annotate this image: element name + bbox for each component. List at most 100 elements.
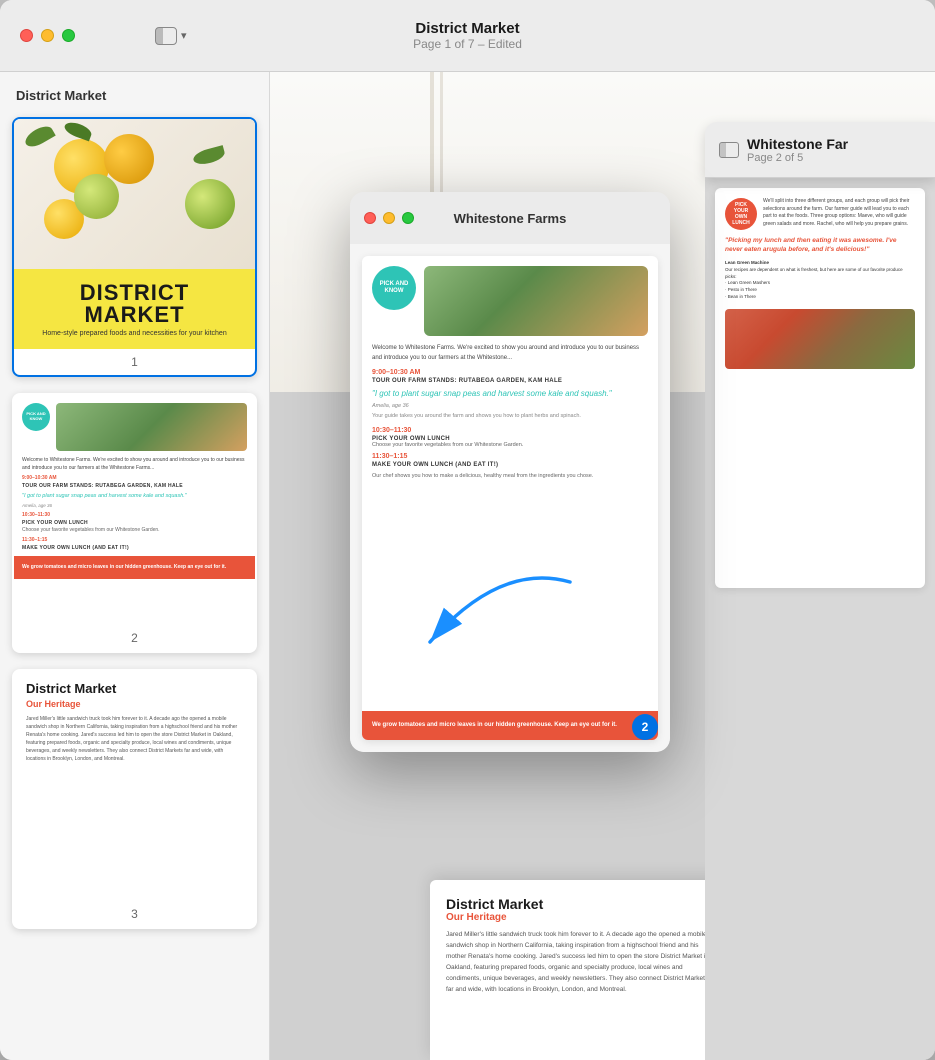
ws-minimize-button[interactable] bbox=[383, 212, 395, 224]
ws-label1: TOUR OUR FARM STANDS: RUTABEGA GARDEN, K… bbox=[372, 378, 648, 384]
ws-body: PICK ANDKNOW Welcome to Whitestone Farms… bbox=[350, 244, 670, 752]
page-badge: 2 bbox=[632, 714, 658, 740]
lean-green-title: Lean Green Machine bbox=[725, 260, 769, 265]
sidebar-toggle-icon bbox=[155, 27, 177, 45]
cover-text-area: DISTRICT MARKET Home-style prepared food… bbox=[14, 269, 255, 349]
p2-quote: "I got to plant sugar snap peas and harv… bbox=[22, 493, 247, 500]
cover-tagline: Home-style prepared foods and necessitie… bbox=[42, 330, 226, 337]
ws-quote: "I got to plant sugar snap peas and harv… bbox=[372, 388, 648, 399]
p2-header: PICK ANDKNOW bbox=[22, 403, 247, 451]
ws-photo bbox=[424, 266, 648, 336]
second-window-sidebar-icon bbox=[719, 142, 739, 158]
window-title: District Market bbox=[413, 20, 522, 37]
fruit-lemon-2 bbox=[104, 134, 154, 184]
ws-controls bbox=[364, 212, 414, 224]
p2-time3: 11:30–1:15 bbox=[22, 537, 247, 544]
cover-title-line1: DISTRICT bbox=[80, 282, 189, 304]
p2-label1: TOUR OUR FARM STANDS: RUTABEGA GARDEN, K… bbox=[22, 483, 247, 490]
ws-p2-header: PICK ANDKNOW bbox=[372, 266, 648, 336]
chevron-down-icon: ▾ bbox=[181, 29, 187, 42]
window-controls bbox=[20, 29, 75, 42]
ws-maximize-button[interactable] bbox=[402, 212, 414, 224]
ws-quote-attr: Amelia, age 36 bbox=[372, 403, 648, 409]
page-thumb-3-label: 3 bbox=[14, 901, 255, 927]
page-thumb-2-content: PICK ANDKNOW Welcome to Whitestone Farms… bbox=[14, 395, 255, 625]
maximize-button[interactable] bbox=[62, 29, 75, 42]
ws-close-button[interactable] bbox=[364, 212, 376, 224]
second-sidebar-bar bbox=[720, 143, 726, 157]
sp-text: We'll split into three different groups,… bbox=[763, 198, 915, 230]
p3-subtitle: Our Heritage bbox=[26, 699, 243, 709]
page-thumb-2-label: 2 bbox=[14, 625, 255, 651]
ws-time3: 11:30–1:15 bbox=[372, 453, 648, 460]
p2-footer-text: We grow tomatoes and micro leaves in our… bbox=[22, 564, 247, 571]
bottom-page: District Market Our Heritage Jared Mille… bbox=[430, 880, 730, 1060]
page-thumb-2[interactable]: PICK ANDKNOW Welcome to Whitestone Farms… bbox=[12, 393, 257, 653]
cover-thumb: DISTRICT MARKET Home-style prepared food… bbox=[14, 119, 255, 349]
p3-body: Jared Miller's little sandwich truck too… bbox=[26, 715, 243, 763]
ws-circle: PICK ANDKNOW bbox=[372, 266, 416, 310]
window-body: District Market bbox=[0, 72, 935, 1060]
ws-window-title: Whitestone Farms bbox=[454, 211, 567, 226]
main-window: ▾ District Market Page 1 of 7 – Edited D… bbox=[0, 0, 935, 1060]
bp-title: District Market bbox=[446, 896, 714, 912]
second-window-body: PICKYOUROWNLUNCH We'll split into three … bbox=[705, 178, 935, 1060]
p2-label2: PICK YOUR OWN LUNCH bbox=[22, 520, 247, 527]
ws-time1: 9:00–10:30 AM bbox=[372, 369, 648, 376]
p2-time1: 9:00–10:30 AM bbox=[22, 475, 247, 482]
ws-label3: MAKE YOUR OWN LUNCH (AND EAT IT!) bbox=[372, 462, 648, 468]
second-window-title-block: Whitestone Far Page 2 of 5 bbox=[747, 136, 848, 164]
second-window-title: Whitestone Far bbox=[747, 136, 848, 152]
cover-photo bbox=[14, 119, 255, 269]
ws-label3-body: Our chef shows you how to make a delicio… bbox=[372, 472, 648, 480]
sp-quote: "Picking my lunch and then eating it was… bbox=[725, 236, 915, 254]
page-thumb-1[interactable]: DISTRICT MARKET Home-style prepared food… bbox=[12, 117, 257, 377]
second-window-header: Whitestone Far Page 2 of 5 bbox=[705, 122, 935, 178]
title-bar: ▾ District Market Page 1 of 7 – Edited bbox=[0, 0, 935, 72]
minimize-button[interactable] bbox=[41, 29, 54, 42]
p2-label2-body: Choose your favorite vegetables from our… bbox=[22, 527, 247, 534]
title-center: District Market Page 1 of 7 – Edited bbox=[413, 20, 522, 51]
ws-welcome: Welcome to Whitestone Farms. We're excit… bbox=[372, 344, 648, 363]
ws-page: PICK ANDKNOW Welcome to Whitestone Farms… bbox=[362, 256, 658, 740]
second-sidebar-icon bbox=[719, 142, 739, 158]
ws-footer-text: We grow tomatoes and micro leaves in our… bbox=[372, 721, 648, 730]
ws-guide-text: Your guide takes you around the farm and… bbox=[372, 413, 648, 419]
p2-photo bbox=[56, 403, 247, 451]
fruit-lime bbox=[74, 174, 119, 219]
page-thumb-3-content: District Market Our Heritage Jared Mille… bbox=[14, 671, 255, 901]
close-button[interactable] bbox=[20, 29, 33, 42]
p2-time2: 10:30–11:30 bbox=[22, 512, 247, 519]
cover-title: DISTRICT MARKET bbox=[80, 282, 189, 326]
page-thumb-1-content: DISTRICT MARKET Home-style prepared food… bbox=[14, 119, 255, 349]
cover-title-line2: MARKET bbox=[80, 304, 189, 326]
fruit-lime-2 bbox=[185, 179, 235, 229]
leaf-3 bbox=[192, 145, 227, 167]
ws-label2-body: Choose your favorite vegetables from our… bbox=[372, 442, 648, 448]
page-thumb-3[interactable]: District Market Our Heritage Jared Mille… bbox=[12, 669, 257, 929]
sp-header: PICKYOUROWNLUNCH We'll split into three … bbox=[725, 198, 915, 230]
page-thumb-1-label: 1 bbox=[14, 349, 255, 375]
window-subtitle: Page 1 of 7 – Edited bbox=[413, 37, 522, 51]
bp-subtitle: Our Heritage bbox=[446, 912, 714, 923]
p2-circle: PICK ANDKNOW bbox=[22, 403, 50, 431]
sidebar-toggle[interactable]: ▾ bbox=[155, 27, 187, 45]
ws-title-bar: Whitestone Farms bbox=[350, 192, 670, 244]
main-content: Whitestone Far Page 2 of 5 PICKYOUROWNLU… bbox=[270, 72, 935, 1060]
p2-content: Welcome to Whitestone Farms. We're excit… bbox=[22, 457, 247, 552]
ws-footer: We grow tomatoes and micro leaves in our… bbox=[362, 711, 658, 740]
bp-body: Jared Miller's little sandwich truck too… bbox=[446, 929, 714, 995]
sidebar-title: District Market bbox=[12, 88, 257, 103]
page3-preview: District Market Our Heritage Jared Mille… bbox=[14, 671, 255, 901]
second-window-sub: Page 2 of 5 bbox=[747, 152, 848, 164]
whitestone-window: Whitestone Farms PICK ANDKNOW Welcome to… bbox=[350, 192, 670, 752]
sp-circle: PICKYOUROWNLUNCH bbox=[725, 198, 757, 230]
p3-title: District Market bbox=[26, 681, 243, 696]
sp-small-text: Lean Green Machine Our recipes are depen… bbox=[725, 260, 915, 301]
p2-welcome: Welcome to Whitestone Farms. We're excit… bbox=[22, 457, 247, 472]
ws-time2: 10:30–11:30 bbox=[372, 427, 648, 434]
second-page-preview: PICKYOUROWNLUNCH We'll split into three … bbox=[715, 188, 925, 588]
p2-footer: We grow tomatoes and micro leaves in our… bbox=[14, 556, 255, 579]
p2-quote-attr: Amelia, age 36 bbox=[22, 503, 247, 509]
leaf-1 bbox=[22, 123, 55, 151]
